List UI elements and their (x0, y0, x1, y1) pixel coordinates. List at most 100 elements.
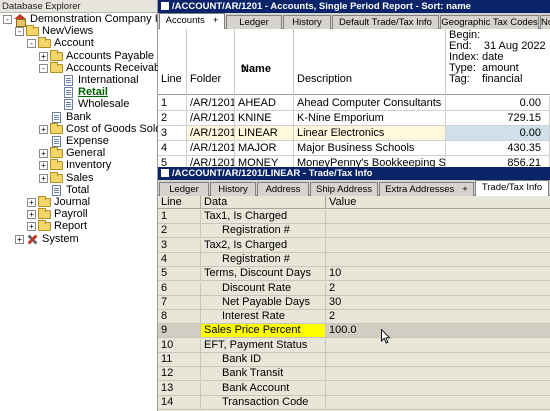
expand-icon[interactable]: + (39, 124, 48, 134)
cell-value[interactable] (326, 353, 550, 366)
cell-line[interactable]: 10 (158, 338, 201, 352)
table-row[interactable]: 3/AR/1201 LINEAR Linear Electronics 0.00 (158, 126, 550, 141)
tree-item-general[interactable]: + General (0, 147, 157, 159)
cell-data[interactable]: EFT, Payment Status (201, 338, 326, 352)
column-header-value[interactable]: Value (326, 196, 550, 209)
cell-amount[interactable]: 430.35 (446, 141, 550, 155)
cell-value[interactable] (326, 239, 550, 252)
trade-tax-info-titlebar[interactable]: /ACCOUNT/AR/1201/LINEAR - Trade/Tax Info (158, 167, 550, 180)
tree-item-newviews[interactable]: - NewViews (0, 25, 157, 37)
cell-line[interactable]: 1 (158, 96, 187, 110)
cell-line[interactable]: 5 (158, 267, 201, 281)
expand-icon[interactable]: + (27, 222, 36, 232)
cell-line[interactable]: 7 (158, 295, 201, 309)
table-row[interactable]: 8 Interest Rate 2 (158, 310, 550, 325)
table-row[interactable]: 4 Registration # (158, 252, 550, 267)
cell-value[interactable]: 10 (326, 267, 550, 280)
tree-item-total[interactable]: Total (0, 184, 157, 196)
tab-ship-address[interactable]: Ship Address (310, 182, 378, 196)
tree-item-accounts-receivable[interactable]: - Accounts Receivable (0, 61, 169, 74)
tab-default-trade-tax-info[interactable]: Default Trade/Tax Info (332, 15, 439, 29)
expand-icon[interactable]: + (27, 210, 36, 220)
cell-line[interactable]: 11 (158, 353, 201, 366)
tree-item-international[interactable]: International (0, 75, 157, 86)
cell-value[interactable]: 100.0 (326, 324, 550, 337)
tab-history-lower[interactable]: History (210, 182, 256, 196)
cell-line[interactable]: 1 (158, 210, 201, 223)
tab-ledger[interactable]: Ledger (226, 15, 282, 29)
tab-address[interactable]: Address (257, 182, 309, 196)
tab-history[interactable]: History (283, 15, 331, 29)
accounts-report-titlebar[interactable]: /ACCOUNT/AR/1201 - Accounts, Single Peri… (158, 0, 550, 13)
expand-icon[interactable]: + (39, 173, 48, 183)
column-header-folder[interactable]: Folder (187, 29, 235, 95)
cell-data[interactable]: Bank ID (201, 353, 326, 366)
tab-accounts[interactable]: Accounts + (159, 13, 225, 30)
tree-item-system[interactable]: + System (0, 233, 157, 245)
cell-amount[interactable]: 0.00 (446, 126, 550, 140)
cell-data[interactable]: Tax1, Is Charged (201, 210, 326, 223)
cell-data[interactable]: Net Payable Days (201, 295, 326, 309)
cell-data[interactable]: Bank Transit (201, 367, 326, 381)
cell-name[interactable]: KNINE (235, 111, 294, 125)
cell-data[interactable]: Tax2, Is Charged (201, 238, 326, 252)
cell-folder[interactable]: /AR/1201 (187, 96, 235, 110)
tab-ledger-lower[interactable]: Ledger (159, 182, 209, 196)
column-header-name[interactable]: Name v (235, 29, 294, 95)
cell-line[interactable]: 2 (158, 224, 201, 238)
tab-accounts-plus[interactable]: + (213, 15, 219, 26)
cell-line[interactable]: 9 (158, 324, 201, 338)
cell-data[interactable]: Transaction Code (201, 395, 326, 409)
cell-data[interactable]: Registration # (201, 224, 326, 238)
tab-extra-addresses[interactable]: Extra Addresses + (379, 182, 474, 196)
table-row[interactable]: 6 Discount Rate 2 (158, 281, 550, 296)
cell-description[interactable]: K-Nine Emporium (294, 111, 446, 125)
cell-description[interactable]: Ahead Computer Consultants (294, 96, 446, 110)
expand-icon[interactable]: + (39, 161, 48, 171)
cell-line[interactable]: 14 (158, 395, 201, 409)
cell-data[interactable]: Registration # (201, 252, 326, 266)
expand-icon[interactable]: + (27, 198, 36, 207)
cell-folder[interactable]: /AR/1201 (187, 111, 235, 125)
cell-data[interactable]: Interest Rate (201, 310, 326, 324)
cell-folder[interactable]: /AR/1201 (187, 126, 235, 140)
cell-value[interactable]: 30 (326, 296, 550, 309)
cell-value[interactable] (326, 367, 550, 380)
cell-value[interactable] (326, 253, 550, 266)
tab-geographic-tax-codes[interactable]: Geographic Tax Codes (440, 15, 539, 29)
cell-value[interactable]: 2 (326, 310, 550, 323)
cell-data[interactable]: Terms, Discount Days (201, 267, 326, 281)
tree-item-inventory[interactable]: + Inventory (0, 159, 157, 171)
column-header-description[interactable]: Description (294, 29, 446, 95)
table-row[interactable]: 7 Net Payable Days 30 (158, 295, 550, 310)
table-row[interactable]: 12 Bank Transit (158, 367, 550, 382)
tab-no[interactable]: No (540, 15, 550, 29)
cell-value[interactable] (326, 224, 550, 237)
cell-name[interactable]: AHEAD (235, 96, 294, 110)
expand-icon[interactable]: + (39, 149, 48, 159)
expand-icon[interactable]: + (15, 234, 24, 244)
cell-line[interactable]: 6 (158, 281, 201, 295)
table-row[interactable]: 11 Bank ID (158, 353, 550, 367)
cell-line[interactable]: 3 (158, 238, 201, 252)
cell-value[interactable] (326, 210, 550, 223)
tree-item-wholesale[interactable]: Wholesale (0, 99, 157, 111)
cell-value[interactable]: 2 (326, 282, 550, 295)
table-row[interactable]: 3 Tax2, Is Charged (158, 238, 550, 253)
cell-line[interactable]: 4 (158, 141, 187, 155)
cell-description[interactable]: Linear Electronics (294, 126, 446, 140)
collapse-icon[interactable]: - (3, 15, 12, 24)
cell-line[interactable]: 13 (158, 381, 201, 395)
period-info[interactable]: Begin: End: 31 Aug 2022 Index: date Type… (446, 29, 550, 95)
tree-item-cost-of-goods-sold[interactable]: + Cost of Goods Sold (0, 122, 161, 135)
table-row[interactable]: 2/AR/1201 KNINE K-Nine Emporium 729.15 (158, 111, 550, 126)
table-row[interactable]: 2 Registration # (158, 224, 550, 239)
tree-item-demonstration-company-inc[interactable]: - Demonstration Company Inc (0, 14, 169, 27)
tree-item-expense[interactable]: Expense (0, 136, 157, 147)
column-header-line[interactable]: Line (158, 196, 201, 209)
expand-icon[interactable]: + (39, 51, 48, 61)
cell-value[interactable] (326, 396, 550, 409)
tree-item-journal[interactable]: + Journal (0, 196, 157, 208)
tab-extra-addresses-plus[interactable]: + (462, 184, 468, 195)
tree-item-payroll[interactable]: + Payroll (0, 208, 157, 220)
